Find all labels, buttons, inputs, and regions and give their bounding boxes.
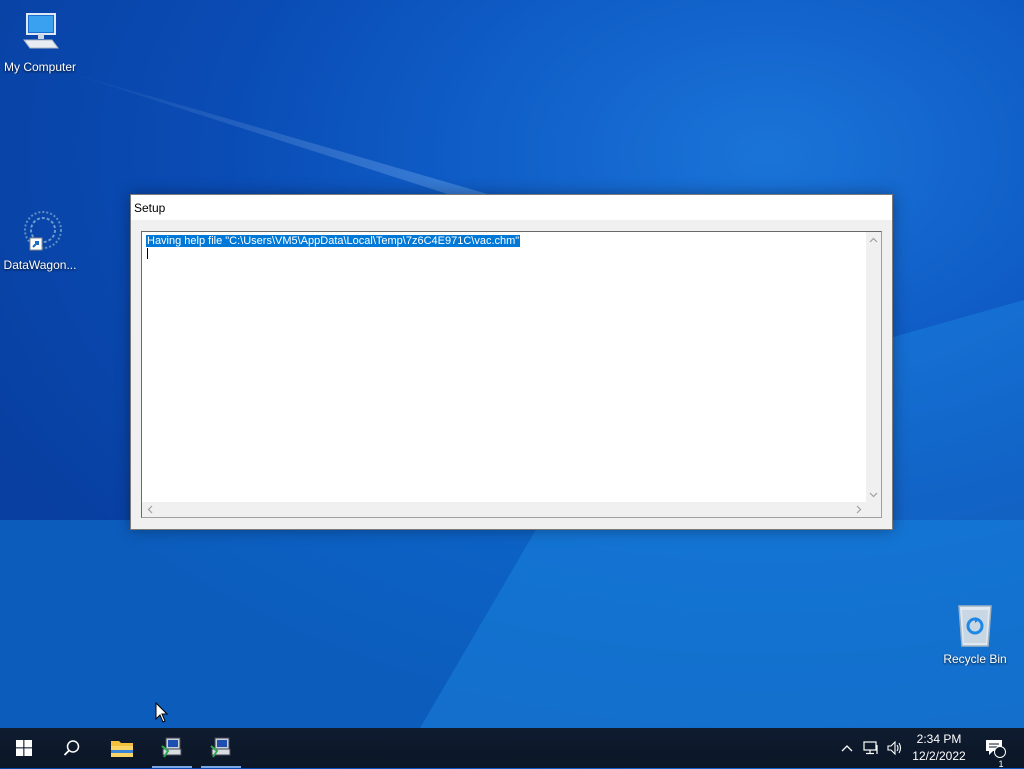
setup-titlebar[interactable]: Setup (131, 195, 892, 220)
computer-icon (16, 10, 64, 58)
scroll-up-arrow-icon[interactable] (866, 232, 881, 247)
window-title: Setup (134, 200, 166, 215)
taskbar: 2:34 PM 12/2/2022 1 (0, 728, 1024, 769)
datawagon-shortcut-icon (16, 208, 64, 256)
speaker-icon (887, 741, 902, 755)
search-icon (63, 740, 80, 756)
windows-logo-icon (16, 740, 32, 756)
action-center-button[interactable]: 1 (980, 728, 1010, 769)
setup-app-icon (210, 737, 231, 758)
desktop-icon-datawagon[interactable]: DataWagon... (0, 208, 80, 272)
setup-app-icon (161, 737, 182, 758)
selected-log-text[interactable]: Having help file "C:\Users\VM5\AppData\L… (146, 235, 521, 247)
scroll-right-arrow-icon[interactable] (851, 502, 866, 517)
clock-date: 12/2/2022 (912, 749, 966, 763)
setup-window[interactable]: Setup Having help file "C:\Users\VM5\App… (130, 194, 893, 530)
text-caret (147, 248, 148, 259)
desktop-icon-my-computer[interactable]: My Computer (0, 10, 80, 74)
search-button[interactable] (48, 728, 96, 768)
recycle-bin-icon (951, 602, 999, 650)
desktop-icon-recycle-bin[interactable]: Recycle Bin (935, 602, 1015, 666)
volume-tray-button[interactable] (884, 728, 906, 768)
setup-log-textbox[interactable]: Having help file "C:\Users\VM5\AppData\L… (141, 231, 882, 518)
taskbar-setup-app-1[interactable] (148, 728, 196, 768)
setup-client-area: Having help file "C:\Users\VM5\AppData\L… (131, 220, 892, 529)
file-explorer-button[interactable] (98, 728, 146, 768)
start-button[interactable] (0, 728, 48, 768)
notification-icon (986, 740, 1006, 758)
scroll-down-arrow-icon[interactable] (866, 487, 881, 502)
clock-time: 2:34 PM (916, 732, 962, 746)
file-explorer-icon (111, 741, 133, 757)
taskbar-setup-app-2[interactable] (197, 728, 245, 768)
network-tray-button[interactable] (860, 728, 882, 768)
desktop-icon-label: DataWagon... (3, 258, 77, 272)
log-line[interactable]: Having help file "C:\Users\VM5\AppData\L… (146, 235, 521, 247)
mouse-pointer-icon (155, 702, 169, 723)
vertical-scrollbar[interactable] (866, 232, 881, 502)
network-icon (863, 741, 878, 755)
desktop-icon-label: My Computer (3, 60, 77, 74)
horizontal-scrollbar[interactable] (142, 502, 866, 517)
scroll-left-arrow-icon[interactable] (142, 502, 157, 517)
chevron-up-icon (841, 745, 853, 752)
taskbar-clock[interactable]: 2:34 PM 12/2/2022 (906, 731, 972, 765)
show-hidden-icons-button[interactable] (836, 728, 858, 768)
desktop-icon-label: Recycle Bin (943, 652, 1007, 666)
scrollbar-corner (866, 502, 881, 517)
